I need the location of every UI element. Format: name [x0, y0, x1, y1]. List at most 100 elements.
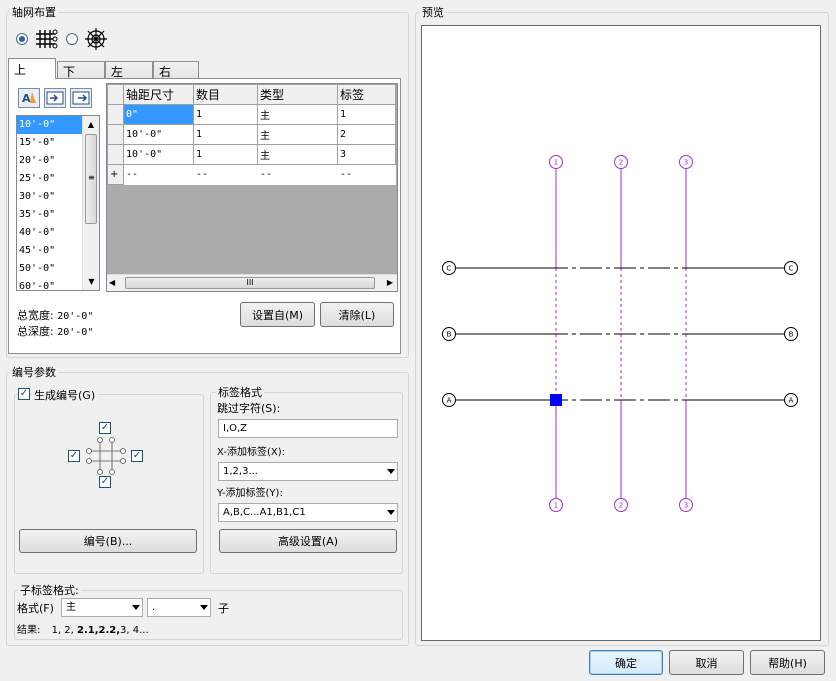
spacing-listbox[interactable]: 10'-0" 15'-0" 20'-0" 25'-0" 30'-0" 35'-0" 40'-… [16, 115, 100, 291]
table-row[interactable]: + -- -- -- -- [107, 164, 396, 185]
generate-number-checkbox[interactable]: ✓ [18, 388, 30, 400]
grid-cell[interactable]: -- [123, 164, 194, 185]
sort-button[interactable]: A [18, 88, 40, 108]
help-button[interactable]: 帮助(H) [750, 650, 825, 675]
radial-grid-icon [85, 28, 107, 50]
result-label: 结果: [17, 625, 41, 636]
spacing-list-item[interactable]: 35'-0" [17, 206, 83, 224]
sub-label-title: 子标签格式: [18, 582, 81, 598]
format-label: 格式(F) [17, 602, 54, 615]
radial-grid-radio[interactable] [66, 33, 78, 45]
row-header-cell[interactable] [107, 104, 124, 125]
axis-bubble-label: C [789, 265, 794, 273]
preview-canvas: 1 1 2 2 3 3 C C B B A A [421, 25, 821, 641]
grid-cell[interactable]: 1 [193, 104, 258, 125]
spacing-list-item[interactable]: 45'-0" [17, 242, 83, 260]
tab-top[interactable]: 上 [8, 58, 56, 79]
total-width-value: 20'-0" [57, 311, 94, 322]
grid-cell[interactable]: -- [257, 164, 338, 185]
skip-chars-input[interactable]: I,O,Z [218, 419, 398, 438]
grid-cell[interactable]: 2 [337, 124, 396, 145]
spacing-list-item[interactable]: 15'-0" [17, 134, 83, 152]
grid-hscrollbar[interactable]: ◀ III ▶ [107, 274, 397, 291]
grid-cell[interactable]: -- [337, 164, 396, 185]
grid-scroll-thumb[interactable]: III [125, 277, 375, 289]
grid-cell[interactable]: 主 [257, 104, 338, 125]
axis-bubble-label: B [447, 331, 452, 339]
label-format-title: 标签格式 [216, 384, 264, 400]
tab-left[interactable]: 左 [105, 61, 153, 79]
origin-marker [550, 394, 562, 406]
skip-chars-label: 跳过字符(S): [217, 402, 281, 415]
grid-cell[interactable]: 主 [257, 124, 338, 145]
grid-header-cell[interactable]: 标签 [337, 84, 396, 105]
sort-az-icon: A [22, 92, 36, 105]
total-depth-label: 总深度: [17, 325, 54, 338]
bubble-right-checkbox[interactable]: ✓ [131, 450, 143, 462]
row-header-cell[interactable] [107, 124, 124, 145]
cancel-button[interactable]: 取消 [669, 650, 744, 675]
spacing-list-item[interactable]: 25'-0" [17, 170, 83, 188]
import-button[interactable] [44, 88, 66, 108]
listbox-scrollbar[interactable]: ▲ ≡ ▼ [82, 116, 99, 290]
y-label-select[interactable]: A,B,C...A1,B1,C1 [218, 503, 398, 522]
orthogonal-grid-radio[interactable] [16, 33, 28, 45]
listbox-scroll-thumb[interactable]: ≡ [85, 134, 97, 224]
format-select[interactable]: 主 [61, 598, 143, 617]
grid-cell[interactable]: -- [193, 164, 258, 185]
export-button[interactable] [70, 88, 92, 108]
spacing-list-item[interactable]: 60'-0" [17, 278, 83, 290]
chevron-down-icon [200, 605, 208, 610]
row-header-cell[interactable] [107, 144, 124, 165]
number-button[interactable]: 编号(B)... [19, 529, 197, 553]
preview-title: 预览 [420, 4, 446, 20]
x-label-select[interactable]: 1,2,3... [218, 462, 398, 481]
total-depth-row: 总深度: 20'-0" [17, 323, 93, 339]
table-row[interactable]: 10'-0" 1 主 3 [107, 144, 396, 165]
chevron-down-icon [387, 469, 395, 474]
y-label-label: Y-添加标签(Y): [217, 488, 283, 499]
table-row[interactable]: 0" 1 主 1 [107, 104, 396, 125]
grid-header-cell[interactable]: 数目 [193, 84, 258, 105]
y-label-value: A,B,C...A1,B1,C1 [223, 507, 306, 518]
x-label-label: X-添加标签(X): [217, 447, 285, 458]
result-normal-1: 1, 2, [51, 625, 78, 636]
clear-button[interactable]: 清除(L) [320, 302, 394, 327]
ok-button[interactable]: 确定 [589, 650, 663, 675]
tab-bottom[interactable]: 下 [57, 61, 105, 79]
bubble-left-checkbox[interactable]: ✓ [68, 450, 80, 462]
chevron-down-icon [132, 605, 140, 610]
spacing-list-item[interactable]: 30'-0" [17, 188, 83, 206]
bubble-top-checkbox[interactable]: ✓ [99, 422, 111, 434]
grid-cell[interactable]: 0" [123, 104, 194, 125]
advanced-settings-button[interactable]: 高级设置(A) [219, 529, 397, 553]
axis-bubble-label: 2 [619, 502, 623, 510]
grid-cell[interactable]: 1 [193, 124, 258, 145]
grid-cell[interactable]: 10'-0" [123, 144, 194, 165]
set-from-button[interactable]: 设置自(M) [240, 302, 315, 327]
spacing-list-item[interactable]: 40'-0" [17, 224, 83, 242]
scroll-left-icon[interactable]: ◀ [109, 278, 115, 287]
table-row[interactable]: 10'-0" 1 主 2 [107, 124, 396, 145]
grid-cell[interactable]: 3 [337, 144, 396, 165]
grid-header-cell[interactable]: 类型 [257, 84, 338, 105]
grid-cell[interactable]: 1 [193, 144, 258, 165]
grid-cell[interactable]: 主 [257, 144, 338, 165]
format-value: 主 [66, 602, 76, 613]
scroll-right-icon[interactable]: ▶ [387, 278, 393, 287]
row-header-cell[interactable]: + [107, 164, 124, 185]
spacing-list-item[interactable]: 10'-0" [17, 116, 83, 134]
bubble-bottom-checkbox[interactable]: ✓ [99, 476, 111, 488]
grid-corner-cell [107, 84, 124, 105]
grid-header-cell[interactable]: 轴距尺寸 [123, 84, 194, 105]
spacing-list-item[interactable]: 20'-0" [17, 152, 83, 170]
separator-select[interactable]: . [147, 598, 211, 617]
scroll-down-icon[interactable]: ▼ [83, 273, 99, 290]
spacing-grid[interactable]: 轴距尺寸 数目 类型 标签 0" 1 主 1 10'-0" 1 主 2 10'-0" 1 主 3 + -- -- --… [106, 83, 398, 292]
tab-right[interactable]: 右 [153, 61, 199, 79]
grid-cell[interactable]: 10'-0" [123, 124, 194, 145]
spacing-list-item[interactable]: 50'-0" [17, 260, 83, 278]
scroll-up-icon[interactable]: ▲ [83, 116, 99, 133]
grid-cell[interactable]: 1 [337, 104, 396, 125]
bubble-position-icon [86, 437, 126, 475]
